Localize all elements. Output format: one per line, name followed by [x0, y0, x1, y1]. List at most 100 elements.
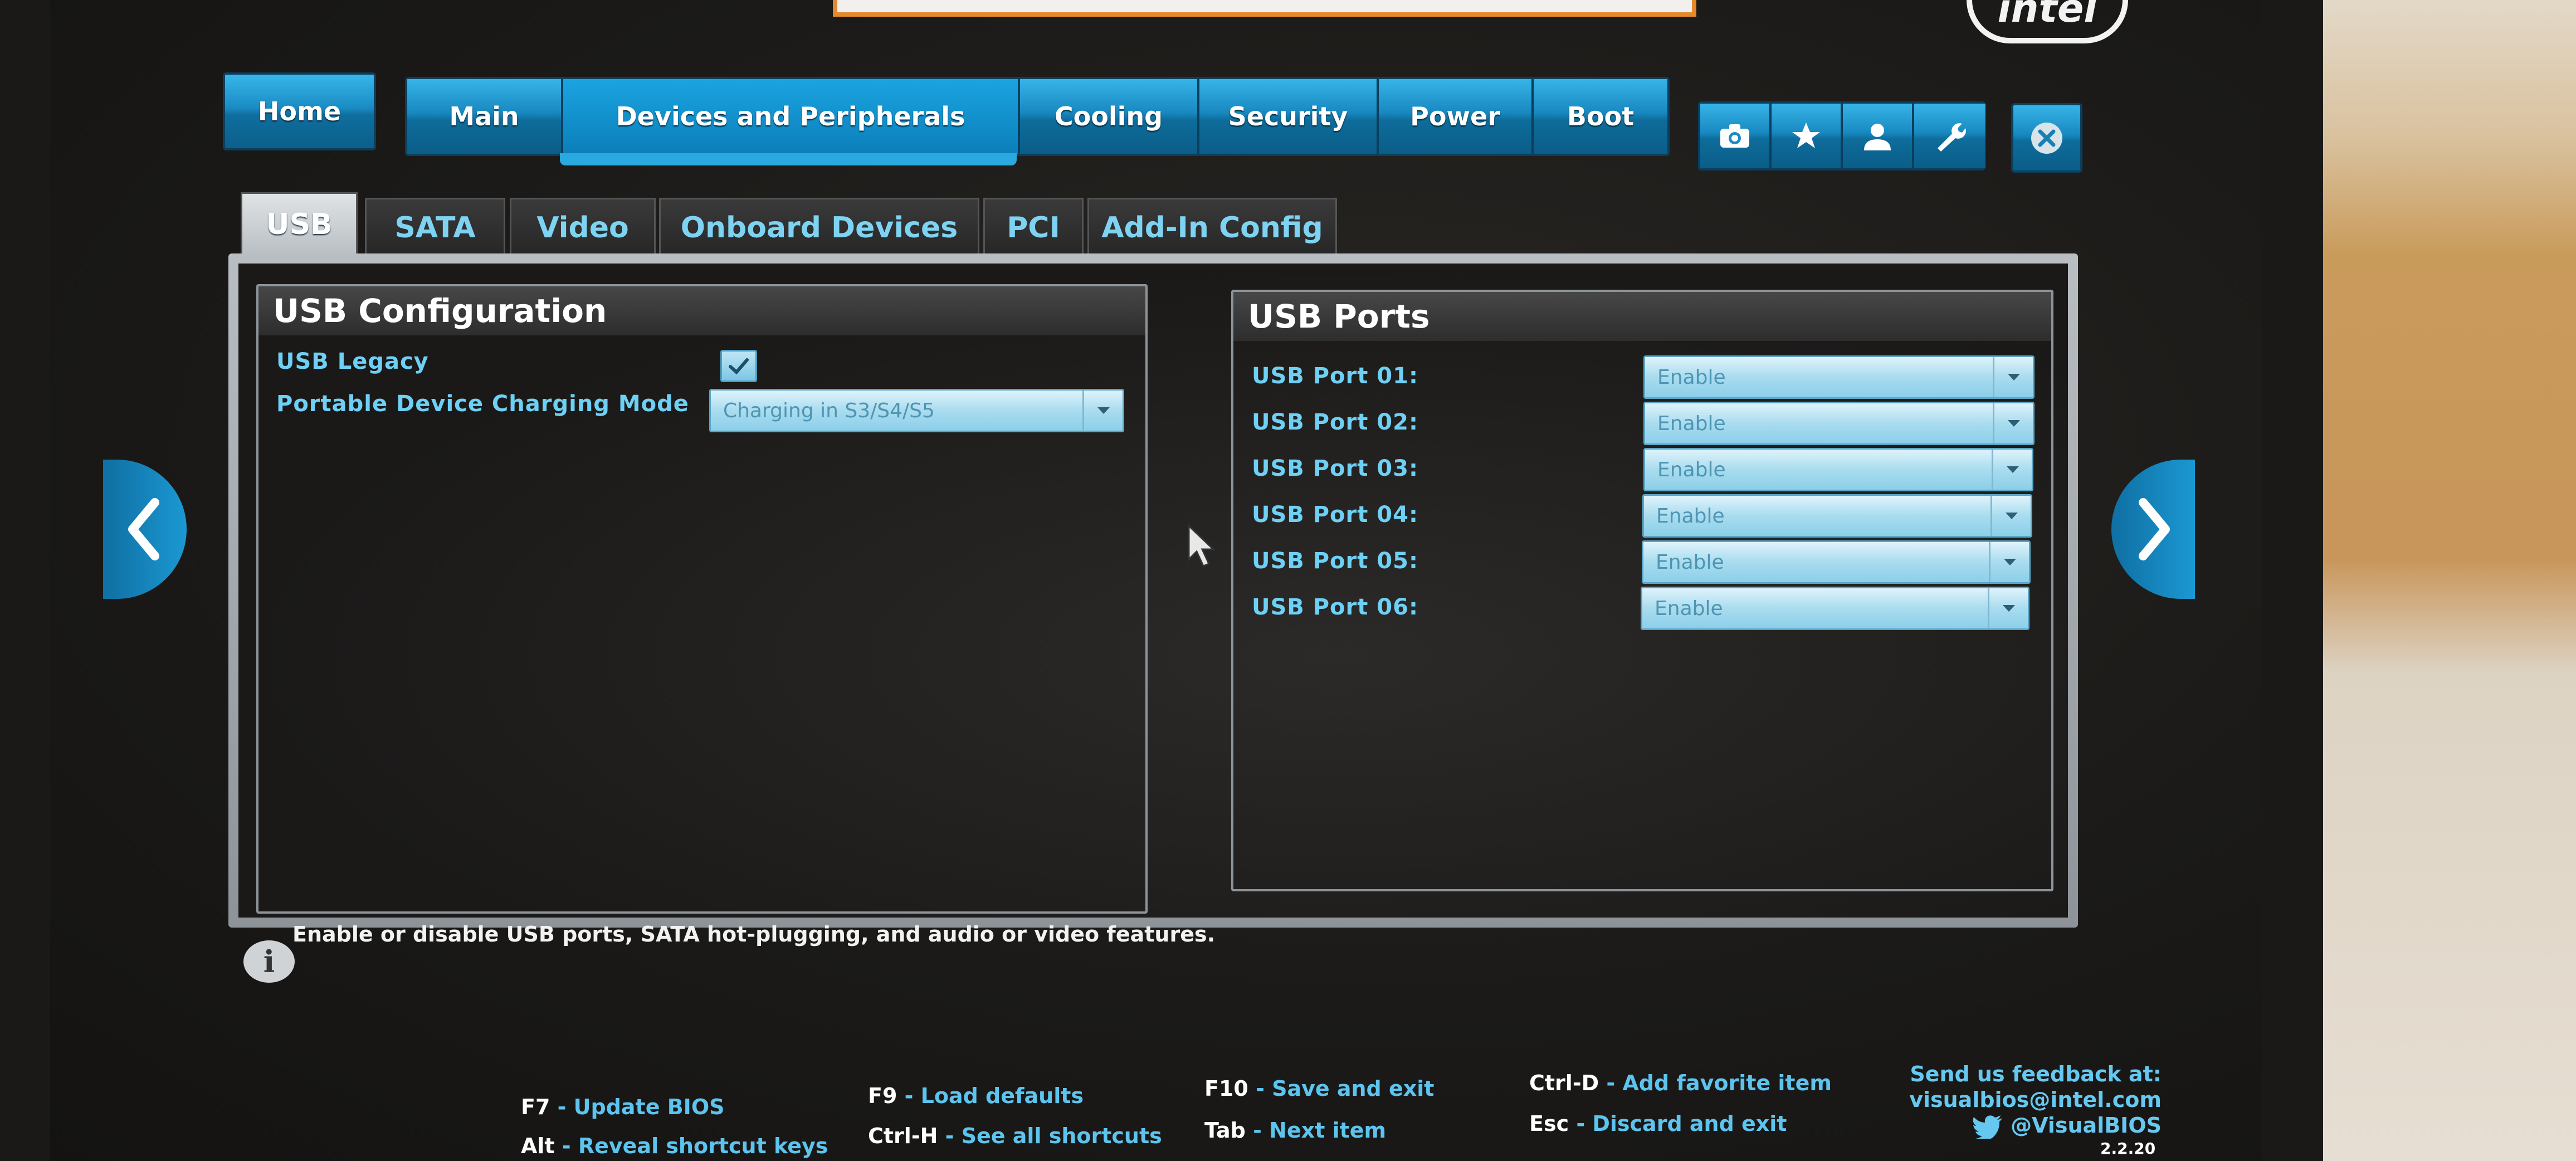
shortcut-key: Alt [521, 1134, 555, 1158]
usb-configuration-title: USB Configuration [258, 286, 1145, 335]
charging-mode-label: Portable Device Charging Mode [276, 391, 689, 417]
mouse-cursor-icon [1188, 524, 1216, 567]
usb-port-02-value: Enable [1657, 412, 1726, 435]
chevron-down-icon [1082, 391, 1123, 431]
intel-logo: intel [1967, 0, 2128, 43]
top-window-strip [833, 0, 1696, 17]
shortcut-desc: - Next item [1253, 1118, 1387, 1143]
shortcut-desc: - Discard and exit [1576, 1111, 1787, 1136]
usb-legacy-label: USB Legacy [276, 349, 429, 374]
tab-power-label: Power [1410, 101, 1500, 131]
usb-port-06-value: Enable [1655, 597, 1723, 620]
subtab-video[interactable]: Video [510, 198, 656, 256]
tab-cooling-label: Cooling [1054, 101, 1163, 131]
chevron-right-icon [2139, 498, 2170, 560]
usb-port-02-label: USB Port 02: [1252, 409, 1418, 435]
feedback-email[interactable]: visualbios@intel.com [1883, 1087, 2162, 1113]
subtab-usb[interactable]: USB [241, 192, 358, 255]
tab-boot[interactable]: Boot [1534, 79, 1667, 154]
chevron-down-icon [1989, 542, 2029, 582]
usb-port-03-value: Enable [1657, 458, 1726, 481]
subtab-video-label: Video [536, 211, 629, 245]
chevron-down-icon [1993, 357, 2033, 397]
tab-devices-and-peripherals[interactable]: Devices and Peripherals [563, 79, 1020, 154]
subtab-sata[interactable]: SATA [365, 198, 505, 256]
charging-mode-value: Charging in S3/S4/S5 [723, 399, 935, 422]
shortcut-next-item: Tab - Next item [1204, 1118, 1386, 1143]
star-icon [1792, 123, 1820, 148]
shortcut-key: Esc [1529, 1111, 1569, 1136]
chevron-down-icon [1992, 450, 2032, 490]
shortcut-reveal-keys: Alt - Reveal shortcut keys [521, 1134, 828, 1158]
feedback-twitter[interactable]: @VisualBIOS [1883, 1113, 2162, 1142]
chevron-down-icon [1993, 403, 2033, 443]
tab-main-label: Main [449, 101, 519, 131]
shortcut-key: Ctrl-H [868, 1124, 938, 1148]
tab-devices-label: Devices and Peripherals [616, 101, 965, 131]
usb-port-06-select[interactable]: Enable [1641, 587, 2029, 630]
subtab-add-in-config[interactable]: Add-In Config [1087, 198, 1337, 256]
usb-port-05-select[interactable]: Enable [1642, 540, 2031, 584]
subtab-add-in-label: Add-In Config [1101, 211, 1323, 245]
shortcut-see-all: Ctrl-H - See all shortcuts [868, 1124, 1162, 1148]
usb-ports-title: USB Ports [1233, 292, 2051, 341]
shortcut-key: F10 [1204, 1076, 1248, 1101]
screenshot-button[interactable] [1700, 104, 1772, 168]
close-icon [2031, 122, 2062, 154]
shortcut-desc: - Save and exit [1256, 1076, 1435, 1101]
shortcut-key: F7 [521, 1095, 550, 1119]
chevron-down-icon [1990, 496, 2031, 536]
tab-cooling[interactable]: Cooling [1020, 79, 1199, 154]
tools-button[interactable] [1914, 104, 1985, 168]
twitter-bird-icon [1972, 1115, 2002, 1142]
exit-button[interactable] [2011, 103, 2082, 173]
shortcut-discard-exit: Esc - Discard and exit [1529, 1111, 1787, 1136]
background-wall [2318, 0, 2576, 1161]
favorites-button[interactable] [1772, 104, 1843, 168]
usb-port-01-select[interactable]: Enable [1643, 355, 2035, 399]
tab-power[interactable]: Power [1379, 79, 1534, 154]
usb-port-04-select[interactable]: Enable [1642, 494, 2032, 538]
shortcut-desc: - Reveal shortcut keys [562, 1134, 828, 1158]
tab-main[interactable]: Main [407, 79, 563, 154]
charging-mode-select[interactable]: Charging in S3/S4/S5 [709, 389, 1124, 432]
shortcut-load-defaults: F9 - Load defaults [868, 1084, 1084, 1108]
shortcut-save-exit: F10 - Save and exit [1204, 1076, 1434, 1101]
shortcut-key: Ctrl-D [1529, 1071, 1599, 1095]
tab-boot-label: Boot [1567, 101, 1635, 131]
subtab-pci[interactable]: PCI [983, 198, 1084, 256]
usb-legacy-checkbox[interactable] [720, 350, 757, 382]
usb-port-02-select[interactable]: Enable [1643, 402, 2035, 445]
subtab-pci-label: PCI [1007, 211, 1060, 245]
home-button-label: Home [257, 96, 341, 126]
wrench-icon [1938, 123, 1966, 152]
usb-port-01-label: USB Port 01: [1252, 363, 1418, 389]
usb-port-05-value: Enable [1656, 550, 1724, 574]
user-button[interactable] [1843, 104, 1914, 168]
help-text: Enable or disable USB ports, SATA hot-pl… [292, 922, 1216, 947]
shortcut-desc: - See all shortcuts [945, 1124, 1162, 1148]
info-icon: i [243, 940, 295, 983]
usb-port-06-label: USB Port 06: [1252, 594, 1418, 620]
subtab-usb-label: USB [266, 207, 333, 241]
usb-port-01-value: Enable [1657, 365, 1726, 389]
main-nav: Main Devices and Peripherals Cooling Sec… [405, 77, 1670, 156]
subtab-onboard-label: Onboard Devices [680, 211, 958, 245]
active-tab-indicator [560, 153, 1017, 165]
quick-icons [1698, 101, 1985, 170]
home-button[interactable]: Home [223, 72, 376, 150]
usb-port-04-label: USB Port 04: [1252, 502, 1418, 528]
usb-port-03-select[interactable]: Enable [1643, 448, 2033, 491]
subtab-onboard-devices[interactable]: Onboard Devices [659, 198, 979, 256]
version-label: 2.2.20 [2100, 1139, 2156, 1158]
usb-configuration-section: USB Configuration [256, 284, 1148, 914]
shortcut-desc: - Add favorite item [1606, 1071, 1832, 1095]
chevron-left-icon [128, 498, 159, 560]
usb-port-04-value: Enable [1656, 504, 1725, 528]
tab-security-label: Security [1228, 101, 1348, 131]
shortcut-add-favorite: Ctrl-D - Add favorite item [1529, 1071, 1832, 1095]
subtab-sata-label: SATA [394, 211, 476, 245]
tab-security[interactable]: Security [1199, 79, 1379, 154]
shortcut-key: Tab [1204, 1118, 1246, 1143]
shortcut-key: F9 [868, 1084, 897, 1108]
